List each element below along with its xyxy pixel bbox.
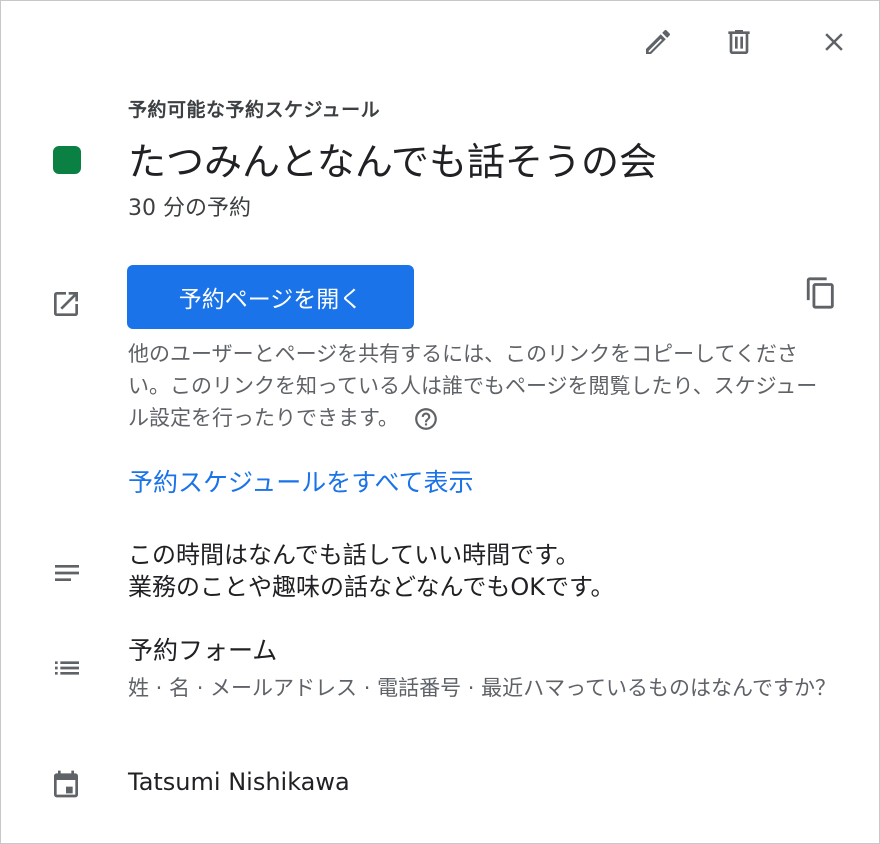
schedule-color-indicator — [53, 146, 81, 174]
booking-form-title: 予約フォーム — [128, 636, 278, 665]
calendar-owner: Tatsumi Nishikawa — [128, 768, 350, 796]
open-booking-page-button[interactable]: 予約ページを開く — [127, 265, 414, 329]
form-list-icon — [47, 648, 87, 688]
edit-button[interactable] — [638, 22, 678, 62]
description-line: 業務のことや趣味の話などなんでもOKです。 — [128, 573, 615, 601]
view-all-schedules-link[interactable]: 予約スケジュールをすべて表示 — [128, 463, 474, 499]
close-icon — [825, 33, 843, 51]
copy-link-button[interactable] — [801, 273, 841, 313]
help-icon[interactable] — [413, 406, 439, 432]
share-instructions: 他のユーザーとページを共有するには、このリンクをコピーしてください。このリンクを… — [128, 338, 818, 434]
description-icon — [47, 553, 87, 593]
share-instructions-text: 他のユーザーとページを共有するには、このリンクをコピーしてください。このリンクを… — [128, 342, 818, 430]
open-in-new-icon — [46, 284, 86, 324]
copy-icon — [806, 277, 834, 309]
schedule-duration: 30 分の予約 — [128, 196, 251, 221]
trash-icon — [728, 30, 750, 54]
description-line: この時間はなんでも話していい時間です。 — [128, 541, 580, 569]
booking-form-fields: 姓 · 名 · メールアドレス · 電話番号 · 最近ハマっているものはなんです… — [128, 676, 837, 700]
schedule-type-label: 予約可能な予約スケジュール — [128, 99, 381, 121]
close-button[interactable] — [814, 22, 854, 62]
schedule-description: この時間はなんでも話していい時間です。 業務のことや趣味の話などなんでもOKです… — [128, 539, 615, 603]
booking-schedule-details-card: 予約可能な予約スケジュール たつみんとなんでも話そうの会 30 分の予約 予約ペ… — [0, 0, 880, 844]
schedule-title: たつみんとなんでも話そうの会 — [128, 140, 657, 184]
pencil-icon — [646, 29, 671, 54]
calendar-icon — [46, 764, 86, 804]
delete-button[interactable] — [719, 22, 759, 62]
